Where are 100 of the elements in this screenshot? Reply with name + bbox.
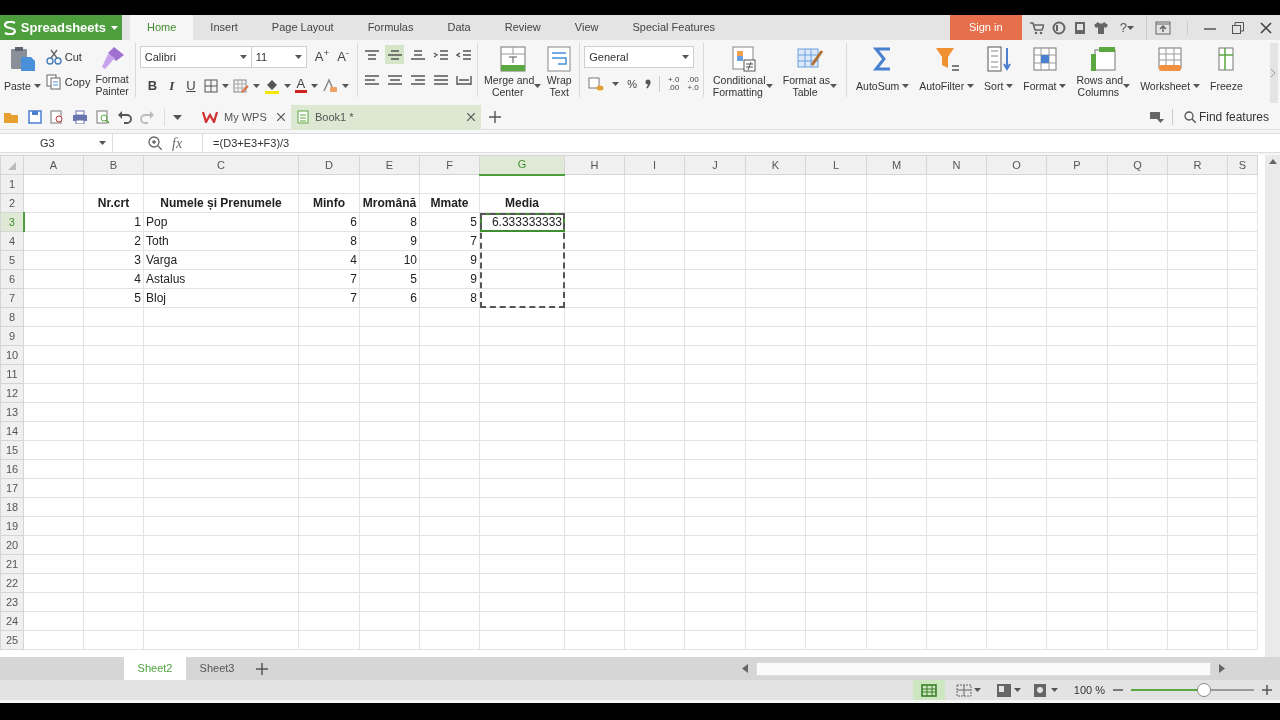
ribbon-tab[interactable]: Home	[130, 15, 194, 40]
column-header[interactable]: J	[684, 155, 746, 175]
scroll-right-icon[interactable]	[1219, 664, 1225, 673]
table-cell[interactable]: 5	[359, 269, 420, 289]
sheet-tab[interactable]: Sheet2	[124, 657, 186, 680]
grow-font-button[interactable]: A$^{+}$	[310, 47, 334, 67]
zoom-slider-thumb[interactable]	[1196, 683, 1211, 697]
conditional-formatting-button[interactable]: Conditional Formatting	[707, 43, 778, 101]
table-cell[interactable]: 6	[359, 288, 420, 308]
increase-decimal-button[interactable]: +.0 .00	[668, 76, 680, 93]
percent-button[interactable]: %	[627, 76, 638, 93]
borders-icon[interactable]	[203, 78, 218, 93]
ribbon-tab[interactable]: Review	[487, 15, 558, 40]
column-header[interactable]: I	[624, 155, 685, 175]
column-header[interactable]: B	[83, 155, 144, 175]
freeze-button[interactable]: Freeze	[1205, 43, 1248, 101]
column-title-cell[interactable]: Minfo	[298, 193, 360, 213]
save-icon[interactable]	[28, 110, 42, 124]
align-button[interactable]	[385, 45, 405, 64]
ribbon-tab[interactable]: Page Layout	[254, 15, 351, 40]
close-icon[interactable]	[1260, 21, 1272, 34]
table-cell[interactable]: 8	[298, 231, 360, 251]
view-button[interactable]	[912, 680, 945, 700]
bookmark-icon[interactable]	[1073, 20, 1086, 35]
column-header[interactable]: P	[1046, 155, 1108, 175]
rows-columns-button[interactable]: Rows and Columns	[1071, 43, 1136, 101]
cut-button[interactable]: Cut	[42, 47, 94, 68]
table-cell[interactable]: 9	[419, 250, 480, 270]
italic-button[interactable]: I	[165, 76, 179, 96]
scroll-up-icon[interactable]	[1268, 159, 1277, 164]
table-cell[interactable]: 8	[359, 212, 420, 232]
clear-format-icon[interactable]	[322, 77, 339, 94]
table-cell[interactable]: 6	[298, 212, 360, 232]
table-cell[interactable]: 7	[419, 231, 480, 251]
bold-button[interactable]: B	[143, 76, 162, 96]
undo-icon[interactable]	[118, 110, 132, 124]
ribbon-tab[interactable]: Formulas	[350, 15, 431, 40]
column-header[interactable]: M	[866, 155, 927, 175]
table-cell[interactable]: 1	[83, 212, 144, 232]
wrap-text-button[interactable]: Wrap Text	[543, 43, 576, 101]
table-cell[interactable]: Astalus	[143, 269, 299, 289]
merge-center-button[interactable]: Merge and Center	[482, 43, 544, 101]
table-cell[interactable]: Toth	[143, 231, 299, 251]
restore-icon[interactable]	[1232, 21, 1244, 34]
font-color-button[interactable]: A	[294, 78, 308, 94]
copy-button[interactable]: Copy	[42, 71, 94, 92]
format-button[interactable]: Format	[1018, 43, 1072, 101]
print-icon[interactable]	[72, 110, 88, 124]
cell-style-icon[interactable]	[232, 78, 249, 93]
number-format-field[interactable]: General	[584, 46, 695, 68]
zoom-in-icon[interactable]	[1262, 685, 1272, 695]
table-cell[interactable]: 4	[83, 269, 144, 289]
table-cell[interactable]: 8	[419, 288, 480, 308]
column-header[interactable]: C	[143, 155, 299, 175]
table-cell[interactable]: 4	[298, 250, 360, 270]
vertical-scrollbar[interactable]	[1265, 155, 1280, 657]
shirt-icon[interactable]	[1093, 20, 1108, 35]
format-painter-button[interactable]: Format Painter	[93, 43, 131, 101]
column-header[interactable]: R	[1167, 155, 1228, 175]
document-tab[interactable]: My WPS	[196, 104, 291, 130]
find-features-button[interactable]: Find features	[1180, 106, 1272, 128]
column-title-cell[interactable]: Numele și Prenumele	[143, 193, 299, 213]
column-header[interactable]: E	[359, 155, 420, 175]
zoom-formula-icon[interactable]	[148, 136, 162, 150]
circle-logo-icon[interactable]	[1051, 20, 1066, 35]
column-header[interactable]: K	[745, 155, 806, 175]
worksheet-button[interactable]: Worksheet	[1135, 43, 1206, 101]
column-title-cell[interactable]: Media	[479, 193, 565, 213]
font-size-field[interactable]: 11	[251, 46, 307, 68]
window-upload-icon[interactable]	[1155, 20, 1171, 35]
name-box[interactable]: G3	[0, 133, 113, 153]
ribbon-tab[interactable]: Data	[430, 15, 488, 40]
table-cell[interactable]: Bloj	[143, 288, 299, 308]
table-cell[interactable]: Pop	[143, 212, 299, 232]
print-preview-icon[interactable]	[96, 110, 110, 124]
autofilter-button[interactable]: AutoFilter	[914, 43, 980, 101]
column-header[interactable]: O	[986, 155, 1047, 175]
sort-button[interactable]: Sort	[979, 43, 1019, 101]
sheet-tab[interactable]: Sheet3	[186, 657, 248, 680]
table-cell[interactable]: 9	[359, 231, 420, 251]
column-header[interactable]: N	[926, 155, 987, 175]
column-header[interactable]: A	[23, 155, 84, 175]
comma-style-icon[interactable]	[645, 79, 652, 90]
table-cell[interactable]: 10	[359, 250, 420, 270]
export-pdf-icon[interactable]	[50, 110, 64, 124]
table-cell[interactable]: 3	[83, 250, 144, 270]
new-tab-icon[interactable]	[489, 111, 501, 123]
close-icon[interactable]	[277, 113, 285, 121]
scroll-left-icon[interactable]	[742, 664, 748, 673]
close-icon[interactable]	[467, 113, 475, 121]
decrease-decimal-button[interactable]: .00 +.0	[687, 76, 699, 93]
table-cell[interactable]: Varga	[143, 250, 299, 270]
pin-menu-icon[interactable]	[1149, 111, 1164, 123]
table-cell[interactable]: 7	[298, 269, 360, 289]
function-button[interactable]: fx	[172, 132, 183, 154]
eye-protection-icon[interactable]	[1032, 682, 1047, 698]
help-button[interactable]: ?	[1115, 17, 1138, 38]
horizontal-scrollbar[interactable]	[756, 661, 1211, 676]
tab-list-caret-icon[interactable]	[173, 114, 182, 120]
column-title-cell[interactable]: Mmate	[419, 193, 480, 213]
